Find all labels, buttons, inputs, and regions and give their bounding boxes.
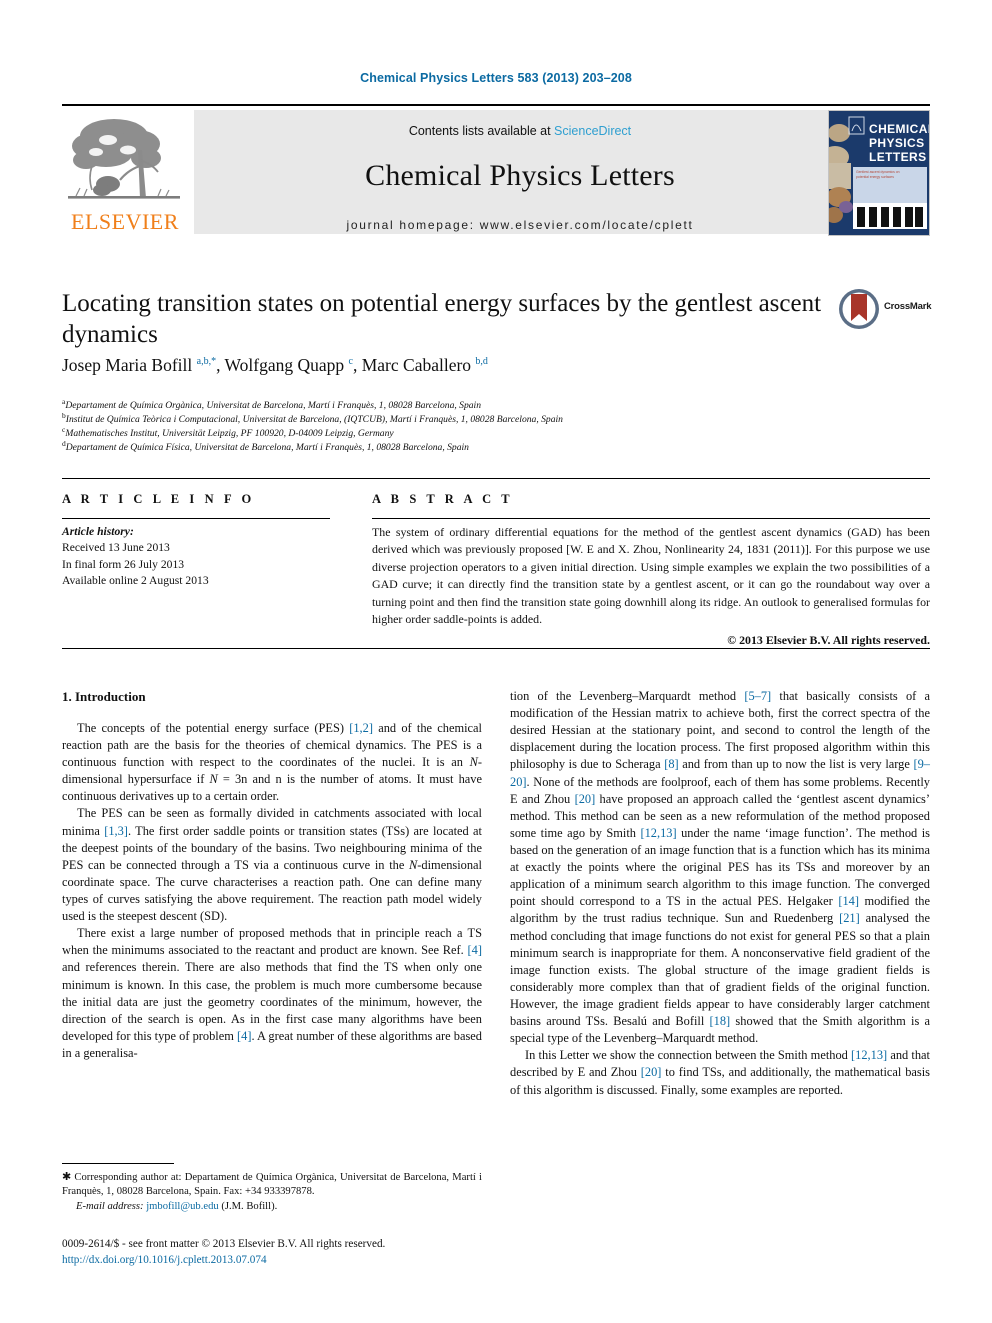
email-owner: (J.M. Bofill).: [221, 1200, 278, 1212]
abstract-heading: A B S T R A C T: [372, 492, 514, 506]
svg-text:PHYSICS: PHYSICS: [869, 136, 924, 150]
section-heading-introduction: 1. Introduction: [62, 689, 146, 704]
running-head: Chemical Physics Letters 583 (2013) 203–…: [360, 71, 632, 85]
contents-prefix: Contents lists available at: [408, 124, 555, 138]
divider-abstract: [372, 518, 930, 519]
footnote-divider: [62, 1163, 174, 1164]
issn-copyright-line: 0009-2614/$ - see front matter © 2013 El…: [62, 1238, 386, 1250]
body-column-right: tion of the Levenberg–Marquardt method […: [510, 688, 930, 1099]
article-history-label: Article history:: [62, 525, 134, 538]
page-title: Locating transition states on potential …: [62, 290, 822, 349]
article-page: Chemical Physics Letters 583 (2013) 203–…: [0, 0, 992, 1323]
elsevier-wordmark: ELSEVIER: [71, 209, 179, 234]
crossmark-badge[interactable]: CrossMark: [838, 288, 942, 332]
page-footer: 0009-2614/$ - see front matter © 2013 El…: [62, 1237, 522, 1268]
email-address-label: E-mail address:: [76, 1200, 144, 1212]
svg-text:potential energy surfaces: potential energy surfaces: [856, 175, 894, 179]
abstract-block: The system of ordinary differential equa…: [372, 524, 930, 650]
elsevier-logo: ELSEVIER: [62, 110, 188, 234]
paragraph: The PES can be seen as formally divided …: [62, 806, 482, 924]
article-history-received: Received 13 June 2013: [62, 541, 170, 555]
crossmark-icon: [839, 289, 879, 329]
journal-band: Contents lists available at ScienceDirec…: [194, 110, 846, 234]
journal-homepage-link[interactable]: journal homepage: www.elsevier.com/locat…: [194, 218, 846, 232]
author-list: Josep Maria Bofill a,b,*, Wolfgang Quapp…: [62, 355, 488, 375]
divider-article-info: [62, 518, 330, 519]
article-history-final-form: In final form 26 July 2013: [62, 557, 185, 571]
affiliation-d: dDepartament de Química Física, Universi…: [62, 440, 862, 453]
affiliation-c: cMathematisches Institut, Universität Le…: [62, 426, 862, 439]
divider-top: [62, 478, 930, 479]
paragraph: The concepts of the potential energy sur…: [62, 720, 482, 804]
doi-link[interactable]: http://dx.doi.org/10.1016/j.cplett.2013.…: [62, 1253, 522, 1269]
svg-text:Gentlest ascent dynamics on: Gentlest ascent dynamics on: [856, 170, 900, 174]
journal-title: Chemical Physics Letters: [365, 159, 675, 192]
affiliation-b-text: Institut de Química Teòrica i Computacio…: [65, 414, 563, 426]
abstract-text: The system of ordinary differential equa…: [372, 525, 930, 626]
email-link[interactable]: jmbofill@ub.edu: [146, 1201, 218, 1212]
affiliation-c-text: Mathematisches Institut, Universität Lei…: [65, 428, 394, 440]
crossmark-label: CrossMark: [884, 301, 932, 312]
paragraph: tion of the Levenberg–Marquardt method […: [510, 689, 931, 1046]
body-column-left: 1. Introduction The concepts of the pote…: [62, 688, 482, 1062]
affiliation-a-text: Departament de Química Orgànica, Univers…: [65, 400, 482, 412]
affiliation-d-text: Departament de Química Física, Universit…: [65, 442, 469, 454]
contents-available-line: Contents lists available at ScienceDirec…: [194, 124, 846, 138]
svg-text:CHEMICAL: CHEMICAL: [869, 122, 929, 136]
sciencedirect-link[interactable]: ScienceDirect: [554, 124, 631, 138]
article-info-heading: A R T I C L E I N F O: [62, 492, 255, 506]
article-history-available-online: Available online 2 August 2013: [62, 574, 209, 588]
article-history: Article history: Received 13 June 2013 I…: [62, 524, 342, 590]
divider-bottom: [62, 648, 930, 649]
elsevier-tree-icon: [68, 119, 180, 199]
affiliation-b: bInstitut de Química Teòrica i Computaci…: [62, 412, 862, 425]
journal-masthead: ELSEVIER Contents lists available at Sci…: [62, 104, 930, 236]
paragraph: In this Letter we show the connection be…: [510, 1048, 931, 1097]
cover-artwork-icon: CHEMICAL PHYSICS LETTERS Gentlest ascent…: [829, 111, 929, 235]
affiliation-a: aDepartament de Química Orgànica, Univer…: [62, 398, 862, 411]
svg-text:LETTERS: LETTERS: [869, 150, 926, 164]
corresponding-author-text: ✱ Corresponding author at: Departament d…: [62, 1171, 482, 1198]
corresponding-author-note: ✱ Corresponding author at: Departament d…: [62, 1170, 482, 1214]
paragraph: There exist a large number of proposed m…: [62, 926, 482, 1061]
journal-cover-thumbnail: CHEMICAL PHYSICS LETTERS Gentlest ascent…: [828, 110, 930, 236]
title-block: Locating transition states on potential …: [62, 288, 822, 351]
